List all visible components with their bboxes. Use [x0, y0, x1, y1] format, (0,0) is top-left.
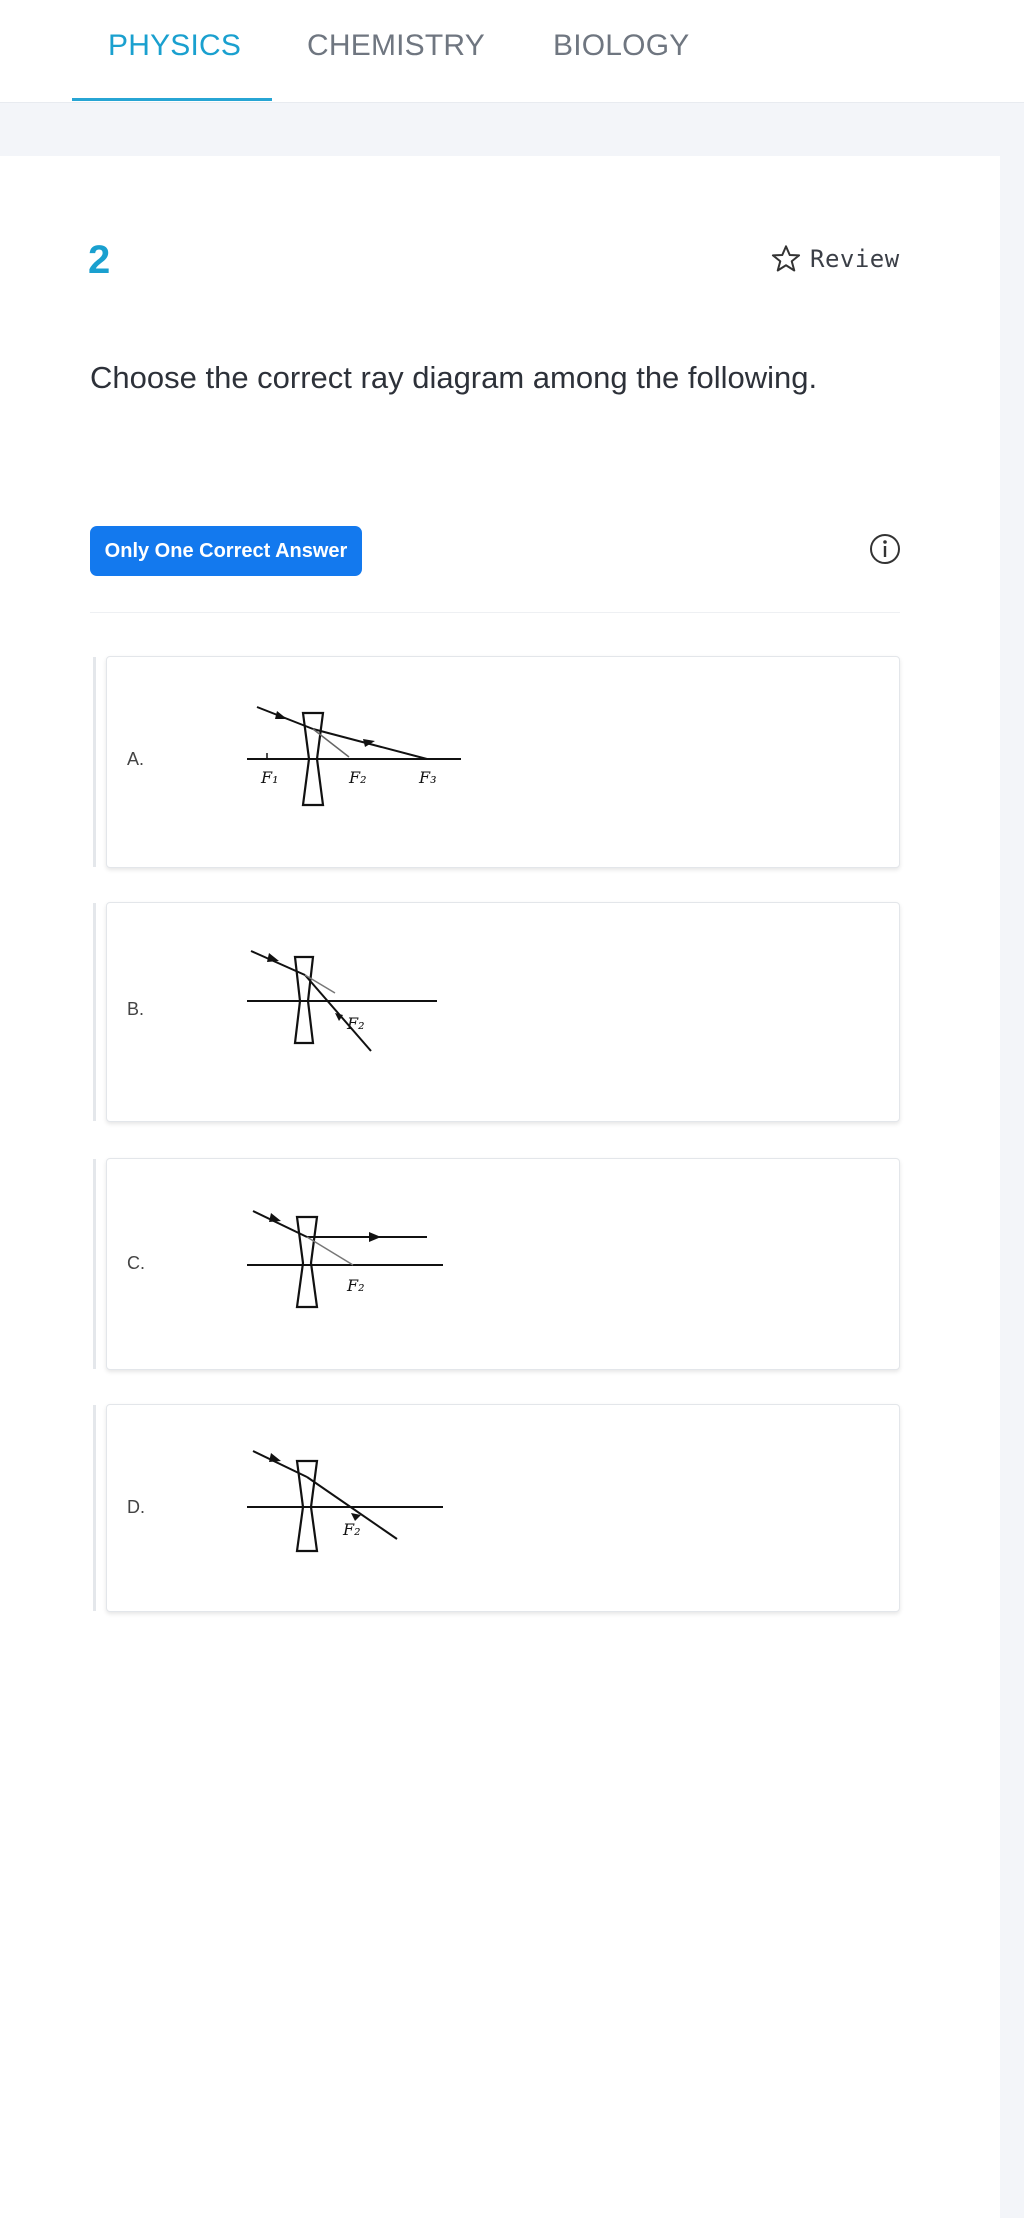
- question-text: Choose the correct ray diagram among the…: [90, 360, 818, 395]
- ray-diagram-b: F₂: [247, 950, 437, 1052]
- label-f3: F₃: [418, 768, 437, 787]
- option-side-bar: [93, 903, 96, 1121]
- review-label: Review: [810, 245, 900, 273]
- info-icon[interactable]: [868, 532, 902, 566]
- option-letter: C.: [127, 1253, 145, 1273]
- ray-diagram-a: F₁ F₂ F₃: [247, 706, 461, 807]
- answer-type-badge: Only One Correct Answer: [90, 526, 362, 576]
- option-letter: A.: [127, 749, 145, 769]
- ray-diagram-c: F₂: [247, 1210, 443, 1309]
- option-b[interactable]: B. F₂: [93, 902, 900, 1122]
- option-a[interactable]: A. F₁ F₂ F₃: [93, 656, 900, 868]
- option-d[interactable]: D. F₂: [93, 1404, 900, 1612]
- option-c[interactable]: C. F₂: [93, 1158, 900, 1370]
- page-margin: [1000, 156, 1024, 2218]
- option-side-bar: [93, 1159, 96, 1369]
- question-number: 2: [88, 238, 111, 282]
- label-f2: F₂: [348, 768, 367, 787]
- option-side-bar: [93, 657, 96, 867]
- tab-physics[interactable]: PHYSICS: [108, 26, 241, 66]
- option-side-bar: [93, 1405, 96, 1611]
- star-icon: [771, 245, 801, 272]
- label-f2: F₂: [346, 1276, 365, 1295]
- label-f1: F₁: [260, 768, 279, 787]
- option-letter: D.: [127, 1497, 145, 1517]
- active-tab-indicator: [72, 98, 272, 101]
- label-f2: F₂: [346, 1014, 365, 1033]
- option-letter: B.: [127, 999, 145, 1019]
- ray-diagram-d: F₂: [247, 1450, 443, 1553]
- subject-tabs: PHYSICS CHEMISTRY BIOLOGY: [0, 0, 1024, 103]
- label-f2: F₂: [342, 1520, 361, 1539]
- review-button[interactable]: Review: [770, 242, 900, 276]
- tab-biology[interactable]: BIOLOGY: [553, 26, 689, 66]
- divider: [90, 612, 900, 613]
- tab-chemistry[interactable]: CHEMISTRY: [307, 26, 485, 66]
